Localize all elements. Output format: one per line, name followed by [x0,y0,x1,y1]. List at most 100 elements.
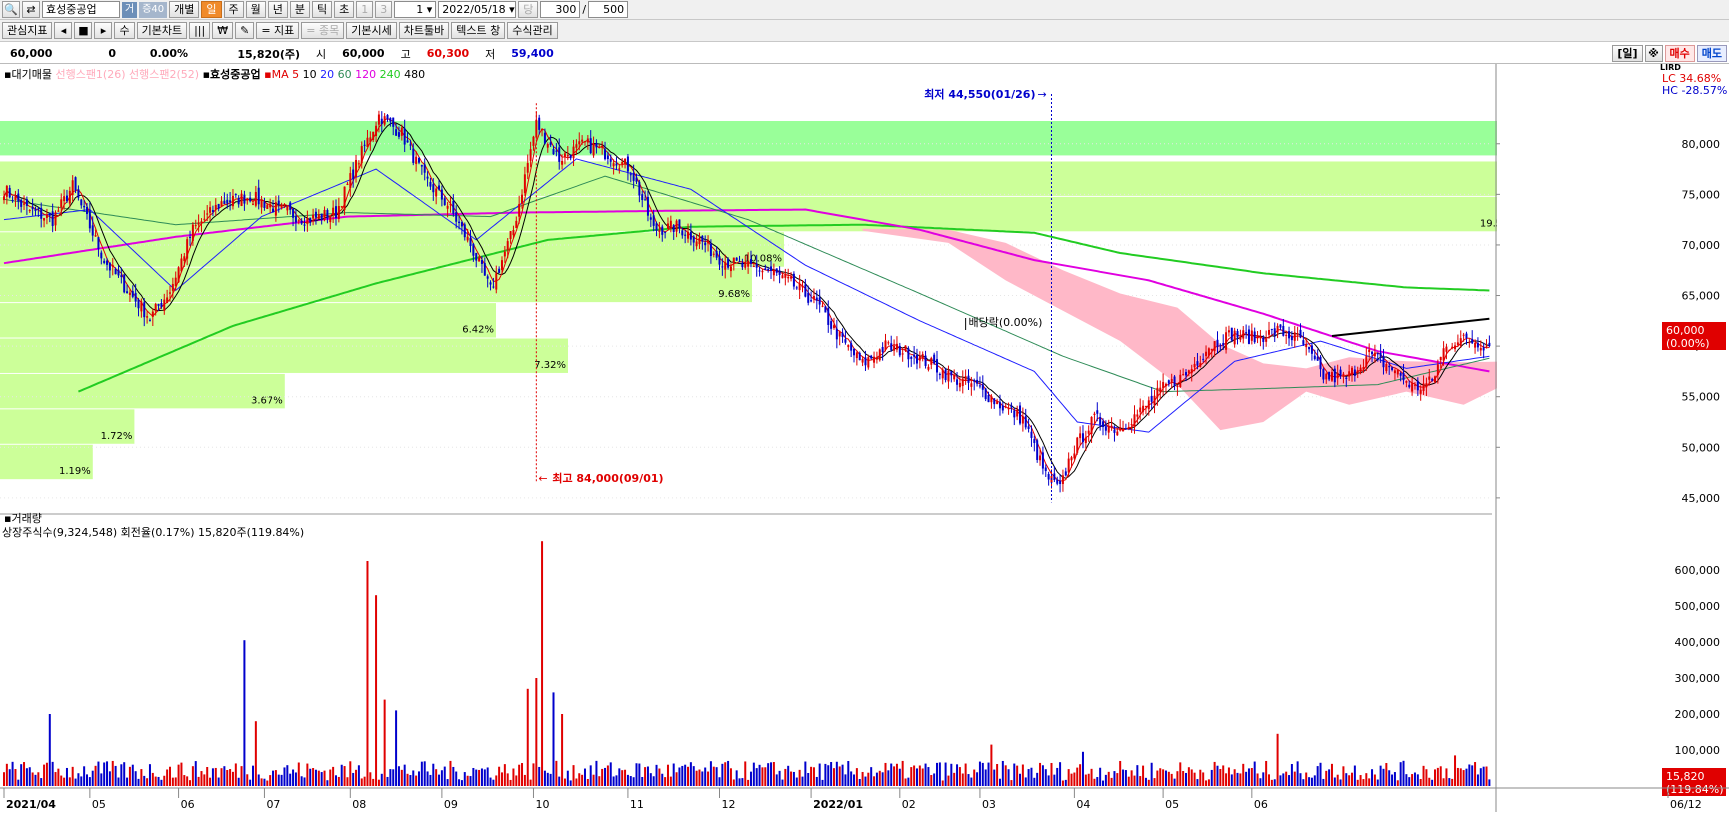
volume-bar [43,764,46,786]
mode-day-button[interactable]: 일 [201,1,222,18]
volume-bar [855,768,858,786]
total-input[interactable]: 500 [588,1,629,18]
scroll-stop-button[interactable]: ■ [74,22,93,39]
count-input[interactable]: 300 [540,1,581,18]
volume-bar [758,764,761,786]
indicator-button[interactable]: = 지표 [256,22,300,39]
mode-month-button[interactable]: 월 [245,1,266,18]
bars-icon[interactable]: ||| [189,22,211,39]
candle-body [211,210,214,213]
volume-bar [844,774,847,786]
volume-bar [801,776,804,786]
search-button[interactable]: 🔍 [2,1,20,18]
candle-body [970,383,973,387]
volume-bar [226,770,229,786]
tick-1-button[interactable]: 1 [356,1,374,18]
candle-body [312,214,315,219]
current-button[interactable]: 당 [518,1,539,18]
volume-bar [1325,770,1328,786]
candle-body [1039,455,1042,461]
mode-year-button[interactable]: 년 [267,1,288,18]
watchlist-indicator-button[interactable]: 관심지표 [2,22,53,39]
x-tick-label: 08 [352,798,366,811]
volume-bar [824,763,827,786]
stock-name-input[interactable]: 효성중공업 [42,1,120,18]
volume-bar [1382,768,1385,786]
won-icon[interactable]: ₩ [212,22,234,39]
chart-toolbar-button[interactable]: 차트툴바 [398,22,450,39]
basic-chart-button[interactable]: 기본차트 [136,22,188,39]
candle-body [915,355,918,364]
day-indicator[interactable]: [일] [1612,45,1643,62]
candle-body [1348,371,1351,377]
formula-manager-button[interactable]: 수식관리 [507,22,558,39]
candle-body [755,263,758,268]
period-select[interactable]: 1 ▾ [394,1,437,18]
mode-week-button[interactable]: 주 [223,1,244,18]
mode-minute-button[interactable]: 분 [289,1,311,18]
scroll-left-button[interactable]: ◂ [54,22,73,39]
candle-body [961,378,964,387]
candle-body [529,149,532,161]
settings-icon[interactable]: ※ [1644,45,1663,62]
scroll-right-button[interactable]: ▸ [94,22,113,39]
basic-quote-button[interactable]: 기본시세 [346,22,397,39]
volume-bar [678,767,681,786]
candle-body [1242,330,1245,339]
volume-bar [704,767,707,786]
candle-body [1462,334,1465,336]
candle-body [166,297,169,303]
volume-bar [658,768,661,786]
volume-bar [486,767,489,786]
candle-body [1273,328,1276,336]
candle-body [549,142,552,146]
candle-body [638,181,641,196]
date-select[interactable]: 2022/05/18 ▾ [438,1,517,18]
mode-second-button[interactable]: 초 [334,1,355,18]
volume-bar [283,767,286,786]
chart-area[interactable]: 20.38%19.98%19.56%10.08%9.68%6.42%7.32%3… [0,63,1729,812]
volume-bar [1285,771,1288,786]
volume-bar [432,763,435,786]
mode-individual-button[interactable]: 개별 [169,1,200,18]
volume-bar [1359,775,1362,786]
swap-button[interactable]: ⇄ [22,1,40,18]
volume-tick-label: 400,000 [1675,636,1721,649]
candle-body [223,200,226,204]
symbol-button[interactable]: = 종목 [301,22,345,39]
volume-bar [669,776,672,786]
candle-body [140,301,143,312]
tick-3-button[interactable]: 3 [375,1,393,18]
candle-body [981,384,984,390]
chart-svg[interactable]: 20.38%19.98%19.56%10.08%9.68%6.42%7.32%3… [0,63,1729,812]
modify-button[interactable]: 수 [114,22,135,39]
candle-body [870,355,873,359]
volume-bar [85,774,88,786]
text-window-button[interactable]: 텍스트 창 [451,22,506,39]
legend-span2: 선행스팬2(52) [129,68,200,81]
buy-button[interactable]: 매수 [1664,45,1695,62]
candle-body [455,212,458,222]
volume-bar [1282,773,1285,786]
pencil-icon[interactable]: ✎ [235,22,255,39]
x-tick-label: 05 [1165,798,1179,811]
volume-bar [363,776,366,786]
legend-ma240: 240 [379,68,401,81]
volume-bar [1253,761,1256,786]
candle-body [246,198,249,201]
volume-bar [1087,773,1090,786]
candle-body [220,201,223,207]
legend-ma120: 120 [355,68,377,81]
candle-body [890,343,893,350]
candle-body [609,158,612,162]
candle-body [466,236,469,241]
sell-button[interactable]: 매도 [1696,45,1727,62]
mode-tick-button[interactable]: 틱 [312,1,333,18]
volume-bar [821,779,824,786]
volume-bar [853,774,856,786]
volume-bar [526,688,529,786]
volume-bar [1196,779,1199,786]
candle-body [907,348,910,360]
candle-body [707,240,710,244]
candle-body [1345,377,1348,379]
